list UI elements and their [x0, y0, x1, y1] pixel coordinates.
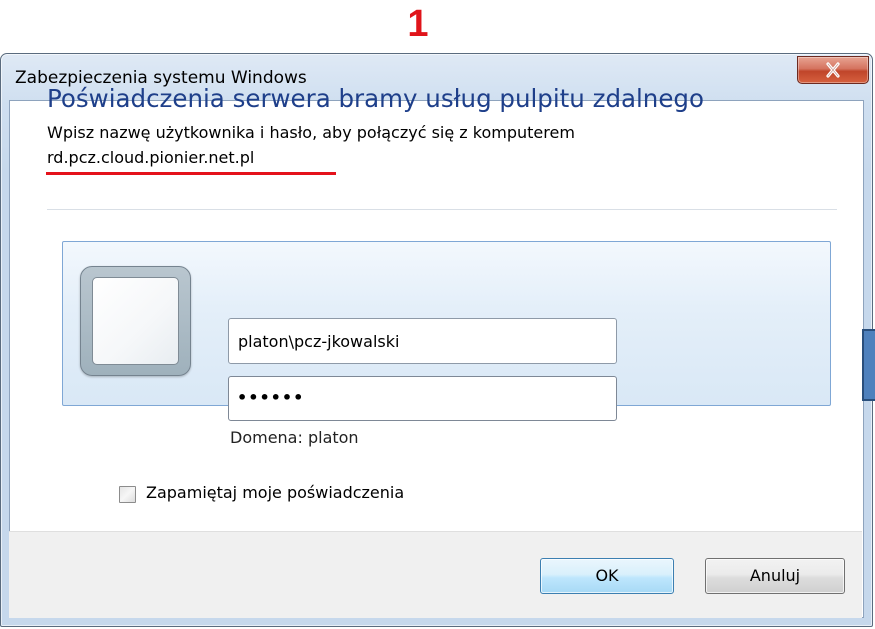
ok-button[interactable]: OK [540, 558, 674, 594]
password-mask: •••••• [237, 388, 305, 407]
close-icon [798, 57, 868, 83]
screenshot-stage: 1 Zabezpieczenia systemu Windows Poświad… [0, 0, 875, 629]
edge-marker-decoration [862, 329, 875, 401]
separator-line [47, 209, 837, 210]
dialog-instruction: Wpisz nazwę użytkownika i hasło, aby poł… [47, 123, 575, 142]
server-name-underline-annotation [46, 172, 336, 175]
cancel-button[interactable]: Anuluj [705, 558, 845, 594]
close-button[interactable] [797, 56, 869, 84]
dialog-heading: Poświadczenia serwera bramy usług pulpit… [47, 84, 704, 113]
user-tile-icon [80, 266, 191, 376]
user-tile-picture-frame [92, 277, 179, 365]
username-input[interactable] [228, 318, 617, 364]
domain-label: Domena: platon [230, 428, 359, 447]
step-number-annotation: 1 [407, 3, 429, 45]
remember-credentials-label[interactable]: Zapamiętaj moje poświadczenia [146, 483, 404, 502]
remember-credentials-checkbox[interactable] [119, 486, 136, 503]
password-input[interactable]: •••••• [228, 376, 617, 421]
server-name: rd.pcz.cloud.pionier.net.pl [47, 148, 255, 167]
